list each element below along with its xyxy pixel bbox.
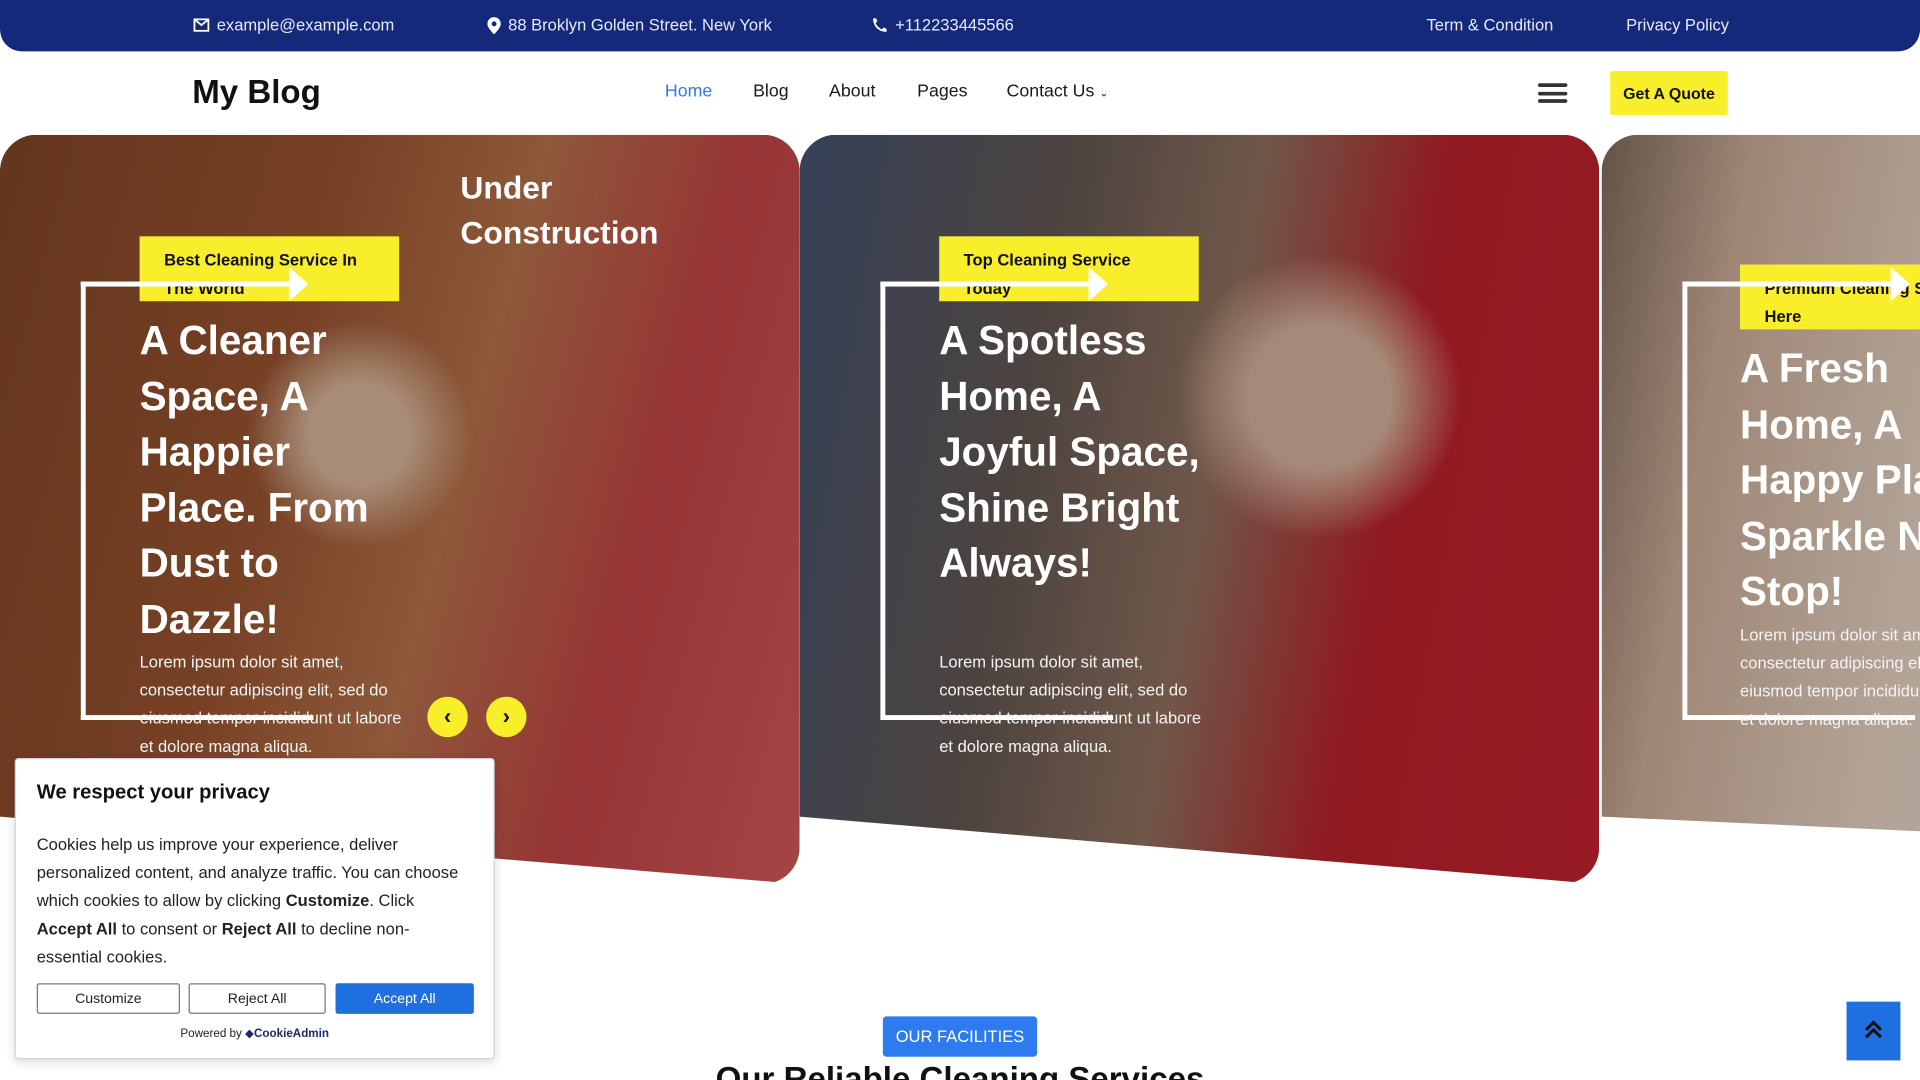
arrow-icon [880,266,1109,302]
site-logo[interactable]: My Blog [192,73,321,111]
terms-link[interactable]: Term & Condition [1427,16,1554,34]
nav-contact-label: Contact Us [1006,82,1095,102]
nav-about[interactable]: About [829,82,875,102]
phone-link[interactable]: +112233445566 [872,16,1014,34]
slide-tag: Best Cleaning Service In The World [139,236,400,302]
our-facilities-badge: OUR FACILITIES [882,1016,1038,1057]
arrow-icon [1682,266,1911,302]
hero-slide-3: Premium Cleaning Service Here A Fresh Ho… [1601,134,1920,840]
page: example@example.com 88 Broklyn Golden St… [0,0,1920,1080]
nav-home[interactable]: Home [665,82,712,102]
envelope-icon [193,18,210,32]
slide-tag: Top Cleaning Service Today [939,236,1199,302]
slide-body: Lorem ipsum dolor sit amet, consectetur … [939,652,1202,756]
slide-title: A Fresh Home, A Happy Place, Sparkle Non… [1740,345,1920,614]
cookie-title: We respect your privacy [36,781,270,804]
slide-title: A Spotless Home, A Joyful Space, Shine B… [939,317,1200,586]
nav-blog[interactable]: Blog [753,82,789,102]
get-a-quote-button[interactable]: Get A Quote [1610,71,1728,116]
nav-contact-us[interactable]: Contact Us ⌄ [1007,82,1109,102]
section-heading: Our Reliable Cleaning Services [715,1060,1205,1080]
phone-text: +112233445566 [895,15,1014,35]
address-info: 88 Broklyn Golden Street. New York [487,16,772,34]
hero-slide-2: Top Cleaning Service Today A Spotless Ho… [799,134,1600,885]
slide-title: A Cleaner Space, A Happier Place. From D… [139,317,369,642]
arrow-icon [80,266,309,302]
cookie-consent-dialog: We respect your privacy Cookies help us … [14,757,495,1060]
phone-icon [873,18,887,32]
cookieadmin-brand: CookieAdmin [254,1027,329,1041]
chevron-down-icon: ⌄ [1099,86,1109,100]
double-chevron-up-icon [1865,1019,1882,1038]
reject-all-button[interactable]: Reject All [188,983,326,1014]
under-construction-label: Under Construction [460,168,659,252]
next-slide-button[interactable]: › [486,696,527,738]
slide-body: Lorem ipsum dolor sit amet, consectetur … [139,652,402,756]
privacy-link[interactable]: Privacy Policy [1626,16,1729,34]
email-text: example@example.com [216,15,395,35]
powered-by: Powered by ◆CookieAdmin [180,1027,329,1041]
accept-all-button[interactable]: Accept All [335,983,474,1014]
scroll-to-top-button[interactable] [1846,1001,1901,1061]
customize-button[interactable]: Customize [36,983,181,1014]
nav-pages[interactable]: Pages [917,82,967,102]
cookie-text: Cookies help us improve your experience,… [36,835,459,967]
hamburger-menu-icon[interactable] [1537,83,1568,103]
prev-slide-button[interactable]: ‹ [427,696,468,738]
email-link[interactable]: example@example.com [193,16,394,34]
address-text: 88 Broklyn Golden Street. New York [508,15,772,35]
slide-body: Lorem ipsum dolor sit amet, consectetur … [1740,625,1920,729]
top-bar: example@example.com 88 Broklyn Golden St… [0,0,1920,52]
map-pin-icon [487,16,501,34]
